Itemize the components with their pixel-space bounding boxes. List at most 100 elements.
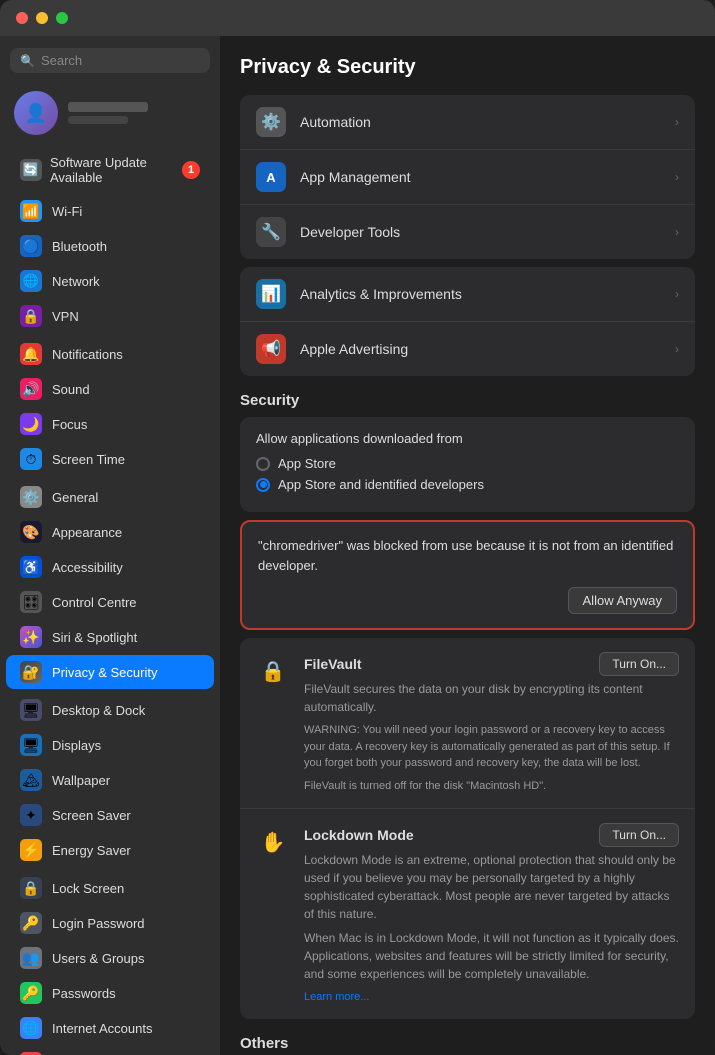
internet-icon: 🌐 xyxy=(20,1017,42,1039)
sidebar-item-label: Displays xyxy=(52,738,101,753)
blocked-message: "chromedriver" was blocked from use beca… xyxy=(258,536,677,575)
analytics-chevron: › xyxy=(675,287,679,301)
sidebar-item-label: Screen Saver xyxy=(52,808,131,823)
sidebar-section-connectivity: 📶 Wi-Fi 🔵 Bluetooth 🌐 Network 🔒 VPN xyxy=(0,193,220,334)
lockdown-learnmore-link[interactable]: Learn more... xyxy=(304,991,369,1003)
security-header: Security xyxy=(240,392,695,409)
software-update-item[interactable]: 🔄 Software Update Available 1 xyxy=(6,149,214,191)
maximize-button[interactable] xyxy=(56,12,68,24)
lockscreen-icon: 🔒 xyxy=(20,877,42,899)
content-area: Privacy & Security ⚙️ Automation › A App… xyxy=(220,36,715,1055)
minimize-button[interactable] xyxy=(36,12,48,24)
sidebar-item-notifications[interactable]: 🔔 Notifications xyxy=(6,337,214,371)
sidebar-item-passwords[interactable]: 🔑 Passwords xyxy=(6,976,214,1010)
sidebar-item-appearance[interactable]: 🎨 Appearance xyxy=(6,515,214,549)
software-update-label: Software Update Available xyxy=(50,155,174,185)
sidebar-item-screentime[interactable]: ⏱ Screen Time xyxy=(6,442,214,476)
appleadvertising-label: Apple Advertising xyxy=(300,341,661,357)
page-title: Privacy & Security xyxy=(240,56,695,79)
sidebar-item-gamecenter[interactable]: 🎮 Game Center xyxy=(6,1046,214,1055)
sidebar-item-lockscreen[interactable]: 🔒 Lock Screen xyxy=(6,871,214,905)
filevault-warning: WARNING: You will need your login passwo… xyxy=(304,722,679,772)
sidebar-item-label: Passwords xyxy=(52,986,116,1001)
automation-label: Automation xyxy=(300,114,661,130)
filevault-title: FileVault xyxy=(304,656,362,672)
sidebar-item-label: Desktop & Dock xyxy=(52,703,145,718)
sidebar-item-sound[interactable]: 🔊 Sound xyxy=(6,372,214,406)
sidebar-section-system: ⚙️ General 🎨 Appearance ♿ Accessibility … xyxy=(0,479,220,690)
sidebar-item-privacy[interactable]: 🔐 Privacy & Security xyxy=(6,655,214,689)
software-update-badge: 1 xyxy=(182,161,200,179)
filevault-turnon-button[interactable]: Turn On... xyxy=(599,652,679,676)
sidebar-item-label: Login Password xyxy=(52,916,145,931)
software-update-icon: 🔄 xyxy=(20,159,42,181)
sidebar-item-wallpaper[interactable]: 🏔 Wallpaper xyxy=(6,763,214,797)
search-box[interactable]: 🔍 xyxy=(10,48,210,73)
sidebar-item-label: Users & Groups xyxy=(52,951,144,966)
sidebar-item-desktop[interactable]: 🖥 Desktop & Dock xyxy=(6,693,214,727)
sidebar-item-network[interactable]: 🌐 Network xyxy=(6,264,214,298)
loginpw-icon: 🔑 xyxy=(20,912,42,934)
appmanagement-row[interactable]: A App Management › xyxy=(240,150,695,205)
allow-anyway-button[interactable]: Allow Anyway xyxy=(568,587,677,614)
sidebar-item-label: Internet Accounts xyxy=(52,1021,152,1036)
sidebar-item-label: Privacy & Security xyxy=(52,665,157,680)
user-profile[interactable]: 👤 xyxy=(0,83,220,143)
main-container: 🔍 👤 🔄 Software Update Available 1 xyxy=(0,36,715,1055)
sidebar-item-label: General xyxy=(52,490,98,505)
lockdown-row: ✋ Lockdown Mode Turn On... Lockdown Mode… xyxy=(240,809,695,1019)
sidebar-item-vpn[interactable]: 🔒 VPN xyxy=(6,299,214,333)
privacy-icon: 🔐 xyxy=(20,661,42,683)
siri-icon: ✨ xyxy=(20,626,42,648)
sidebar-item-wifi[interactable]: 📶 Wi-Fi xyxy=(6,194,214,228)
sidebar-item-focus[interactable]: 🌙 Focus xyxy=(6,407,214,441)
radio-appstore-devs[interactable]: App Store and identified developers xyxy=(256,477,679,492)
sidebar-item-general[interactable]: ⚙️ General xyxy=(6,480,214,514)
analytics-icon: 📊 xyxy=(256,279,286,309)
radio-appstore-circle xyxy=(256,457,270,471)
displays-icon: 🖥 xyxy=(20,734,42,756)
desktop-icon: 🖥 xyxy=(20,699,42,721)
sidebar-item-energysaver[interactable]: ⚡ Energy Saver xyxy=(6,833,214,867)
lockdown-turnon-button[interactable]: Turn On... xyxy=(599,823,679,847)
top-settings-card: ⚙️ Automation › A App Management › 🔧 Dev… xyxy=(240,95,695,259)
sidebar-item-displays[interactable]: 🖥 Displays xyxy=(6,728,214,762)
automation-row[interactable]: ⚙️ Automation › xyxy=(240,95,695,150)
main-window: 🔍 👤 🔄 Software Update Available 1 xyxy=(0,0,715,1055)
search-input[interactable] xyxy=(41,53,200,68)
others-header: Others xyxy=(240,1035,695,1052)
sidebar-item-controlcentre[interactable]: 🎛 Control Centre xyxy=(6,585,214,619)
appmanagement-icon: A xyxy=(256,162,286,192)
developertools-icon: 🔧 xyxy=(256,217,286,247)
security-box: Allow applications downloaded from App S… xyxy=(240,417,695,512)
sidebar-item-label: Lock Screen xyxy=(52,881,124,896)
radio-appstore[interactable]: App Store xyxy=(256,456,679,471)
appmanagement-label: App Management xyxy=(300,169,661,185)
developertools-row[interactable]: 🔧 Developer Tools › xyxy=(240,205,695,259)
sidebar-item-screensaver[interactable]: ✦ Screen Saver xyxy=(6,798,214,832)
appleadvertising-row[interactable]: 📢 Apple Advertising › xyxy=(240,322,695,376)
screensaver-icon: ✦ xyxy=(20,804,42,826)
sidebar-item-label: Focus xyxy=(52,417,87,432)
bluetooth-icon: 🔵 xyxy=(20,235,42,257)
sidebar-item-accessibility[interactable]: ♿ Accessibility xyxy=(6,550,214,584)
sidebar-item-siri[interactable]: ✨ Siri & Spotlight xyxy=(6,620,214,654)
sidebar-item-bluetooth[interactable]: 🔵 Bluetooth xyxy=(6,229,214,263)
sidebar: 🔍 👤 🔄 Software Update Available 1 xyxy=(0,36,220,1055)
appleadvertising-chevron: › xyxy=(675,342,679,356)
analytics-row[interactable]: 📊 Analytics & Improvements › xyxy=(240,267,695,322)
security-features-card: 🔒 FileVault Turn On... FileVault secures… xyxy=(240,638,695,1019)
sidebar-item-users[interactable]: 👥 Users & Groups xyxy=(6,941,214,975)
close-button[interactable] xyxy=(16,12,28,24)
appearance-icon: 🎨 xyxy=(20,521,42,543)
sound-icon: 🔊 xyxy=(20,378,42,400)
user-info xyxy=(68,102,148,124)
filevault-desc: FileVault secures the data on your disk … xyxy=(304,680,679,716)
titlebar xyxy=(0,0,715,36)
sidebar-item-internet[interactable]: 🌐 Internet Accounts xyxy=(6,1011,214,1045)
sidebar-item-loginpw[interactable]: 🔑 Login Password xyxy=(6,906,214,940)
developertools-chevron: › xyxy=(675,225,679,239)
energysaver-icon: ⚡ xyxy=(20,839,42,861)
radio-appstore-label: App Store xyxy=(278,456,336,471)
focus-icon: 🌙 xyxy=(20,413,42,435)
